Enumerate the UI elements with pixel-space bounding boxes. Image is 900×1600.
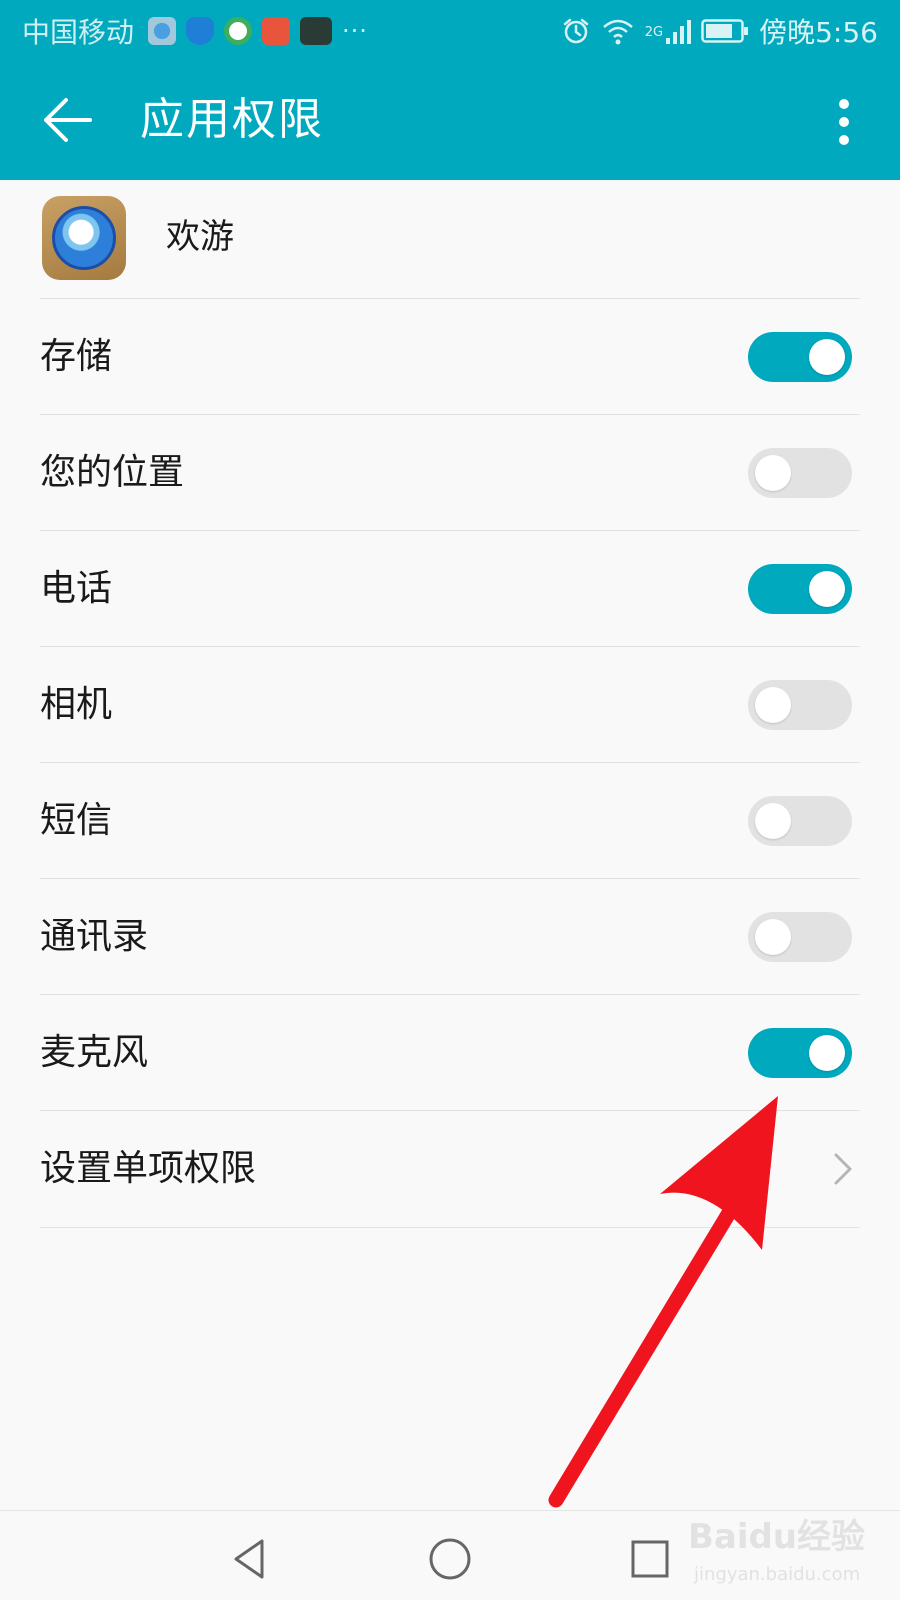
permission-row-sms[interactable]: 短信: [0, 763, 900, 879]
permission-label: 您的位置: [40, 452, 185, 493]
more-options-icon[interactable]: [826, 92, 862, 152]
app-icon: [42, 196, 126, 280]
app-bar: 应用权限: [0, 62, 900, 180]
chevron-right-icon: [834, 1153, 852, 1185]
single-permission-settings-row[interactable]: 设置单项权限: [0, 1111, 900, 1227]
page-title: 应用权限: [140, 94, 324, 145]
baidu-watermark: Baidu经验 jingyan.baidu.com: [688, 1514, 888, 1594]
network-type-label: 2G: [644, 25, 664, 40]
nav-back-icon[interactable]: [222, 1531, 278, 1587]
single-permission-label: 设置单项权限: [40, 1148, 257, 1189]
toggle-knob: [809, 339, 845, 375]
toggle-knob: [809, 571, 845, 607]
permission-label: 短信: [40, 800, 113, 841]
toggle-knob: [755, 803, 791, 839]
location-toggle[interactable]: [748, 448, 852, 498]
app-name: 欢游: [166, 217, 234, 257]
permission-row-phone[interactable]: 电话: [0, 531, 900, 647]
alarm-icon: [563, 18, 588, 44]
microphone-toggle[interactable]: [748, 1028, 852, 1078]
permission-label: 存储: [40, 336, 113, 377]
status-right: 2G 傍晚5:56: [561, 11, 878, 51]
permission-label: 电话: [40, 568, 113, 609]
app-notification-icon: [224, 17, 253, 45]
clock: 傍晚5:56: [759, 16, 878, 49]
toggle-knob: [755, 455, 791, 491]
nav-home-icon[interactable]: [422, 1531, 478, 1587]
permission-row-camera[interactable]: 相机: [0, 647, 900, 763]
app-icon-mascot: [52, 206, 116, 270]
permission-row-location[interactable]: 您的位置: [0, 415, 900, 531]
wifi-icon: [602, 19, 633, 45]
toggle-knob: [755, 687, 791, 723]
divider: [40, 1227, 860, 1228]
phone-toggle[interactable]: [748, 564, 852, 614]
news-notification-icon: [300, 17, 333, 45]
permission-row-microphone[interactable]: 麦克风: [0, 995, 900, 1111]
storage-toggle[interactable]: [748, 332, 852, 382]
signal-icon: [666, 20, 692, 44]
permission-label: 通讯录: [40, 916, 149, 957]
contacts-toggle[interactable]: [748, 912, 852, 962]
back-arrow-icon[interactable]: [38, 90, 98, 150]
shield-notification-icon: [186, 17, 215, 45]
carrier-name: 中国移动: [22, 16, 135, 49]
permission-row-contacts[interactable]: 通讯录: [0, 879, 900, 995]
camera-toggle[interactable]: [748, 680, 852, 730]
toggle-knob: [755, 919, 791, 955]
video-notification-icon: [262, 17, 291, 45]
browser-notification-icon: [148, 17, 177, 45]
toggle-knob: [809, 1035, 845, 1071]
watermark-url: jingyan.baidu.com: [694, 1564, 861, 1585]
battery-icon: [701, 19, 749, 43]
more-notifications-indicator: ···: [342, 17, 368, 45]
status-bar: 中国移动 ··· 2G 傍晚5:56: [0, 0, 900, 62]
permission-label: 相机: [40, 684, 113, 725]
permission-label: 麦克风: [40, 1032, 149, 1073]
status-left: 中国移动 ···: [22, 11, 368, 51]
app-header: 欢游: [0, 180, 900, 300]
permission-row-storage[interactable]: 存储: [0, 299, 900, 415]
nav-recents-icon[interactable]: [622, 1531, 678, 1587]
sms-toggle[interactable]: [748, 796, 852, 846]
watermark-main: Baidu经验: [688, 1517, 866, 1557]
